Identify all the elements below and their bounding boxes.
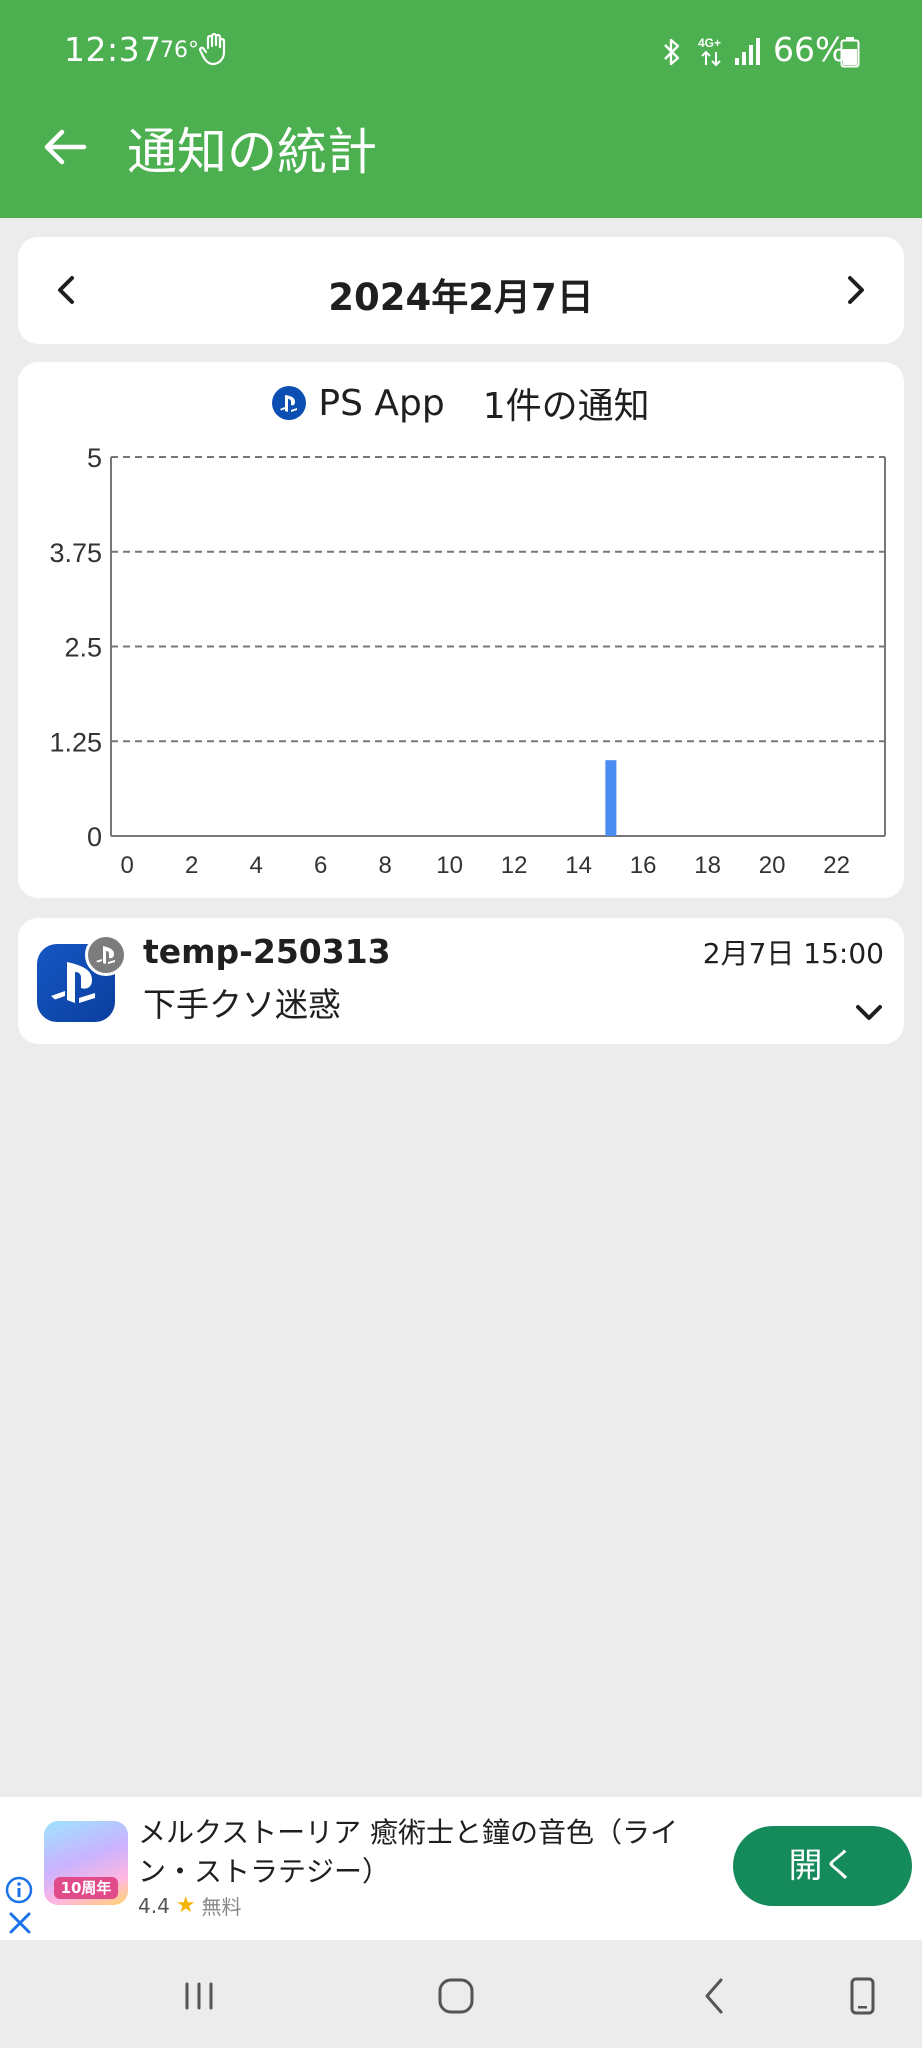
x-tick-label: 0 (120, 852, 133, 879)
date-navigator: 2024年2月7日 (18, 237, 904, 344)
ad-banner[interactable]: 10周年 メルクストーリア 癒術士と鐘の音色（ライン・ストラテジー） 4.4 ★… (0, 1797, 922, 1940)
x-tick-label: 14 (565, 852, 592, 879)
ad-price: 無料 (201, 1895, 242, 1919)
ad-rating: 4.4 (138, 1893, 170, 1918)
y-tick-label: 3.75 (49, 538, 102, 568)
ad-icon-badge: 10周年 (54, 1877, 118, 1899)
app-badge-icon (85, 934, 127, 976)
notification-time: 2月7日 15:00 (702, 937, 884, 970)
notification-title: temp-250313 (143, 932, 391, 971)
y-tick-label: 1.25 (49, 727, 102, 757)
back-icon[interactable] (688, 1968, 744, 2024)
status-temperature: 76° (160, 38, 199, 63)
notification-bar-chart: 0 1.25 2.5 3.75 5 0 2 4 6 8 10 12 14 16 18 20 22 (49, 443, 886, 879)
ad-open-button[interactable]: 開く (733, 1826, 912, 1906)
star-icon: ★ (175, 1893, 196, 1918)
ad-title: メルクストーリア 癒術士と鐘の音色（ライン・ストラテジー） (138, 1816, 679, 1888)
chart-card: PS App 1件の通知 0 1.25 2.5 3.75 5 0 2 4 6 8 10 12 14 16 1… (18, 362, 904, 898)
battery-percent: 66% (773, 30, 847, 69)
signal-icon (735, 38, 760, 65)
chevron-down-icon[interactable] (852, 996, 886, 1030)
page-title: 通知の統計 (127, 123, 377, 181)
y-tick-label: 0 (87, 822, 102, 852)
system-nav-bar (0, 1940, 922, 2048)
x-tick-label: 22 (823, 852, 850, 879)
battery-icon (840, 37, 860, 68)
hand-icon (198, 32, 226, 66)
arrow-left-icon[interactable] (40, 122, 90, 172)
recents-icon[interactable] (171, 1968, 227, 2024)
ad-meta: 4.4 ★ 無料 (138, 1891, 242, 1920)
ad-app-icon: 10周年 (44, 1821, 128, 1905)
x-tick-label: 20 (759, 852, 786, 879)
home-icon[interactable] (428, 1968, 484, 2024)
app-header: 12:37 76° 4G+ 66% 通知の統計 (0, 0, 922, 218)
notification-item[interactable]: temp-250313 下手クソ迷惑 2月7日 15:00 (18, 918, 904, 1044)
x-tick-label: 18 (694, 852, 721, 879)
notification-body: 下手クソ迷惑 (143, 985, 341, 1024)
rotate-icon[interactable] (834, 1968, 890, 2024)
close-icon[interactable] (6, 1909, 34, 1937)
chart-bar (605, 760, 617, 836)
svg-text:4G+: 4G+ (698, 36, 721, 50)
network-4g-icon: 4G+ (698, 36, 721, 67)
x-tick-label: 8 (378, 852, 391, 879)
x-tick-label: 6 (314, 852, 327, 879)
x-tick-label: 4 (249, 852, 262, 879)
y-tick-label: 5 (87, 443, 102, 473)
x-tick-label: 12 (501, 852, 528, 879)
chevron-right-icon[interactable] (834, 269, 876, 311)
y-tick-label: 2.5 (64, 633, 102, 663)
info-icon[interactable] (4, 1875, 34, 1905)
x-tick-label: 16 (630, 852, 657, 879)
x-tick-label: 2 (185, 852, 198, 879)
status-time: 12:37 (64, 30, 162, 69)
x-tick-label: 10 (436, 852, 463, 879)
status-bar: 12:37 76° 4G+ 66% (0, 0, 922, 104)
bluetooth-icon (664, 38, 680, 66)
date-label: 2024年2月7日 (328, 276, 594, 319)
